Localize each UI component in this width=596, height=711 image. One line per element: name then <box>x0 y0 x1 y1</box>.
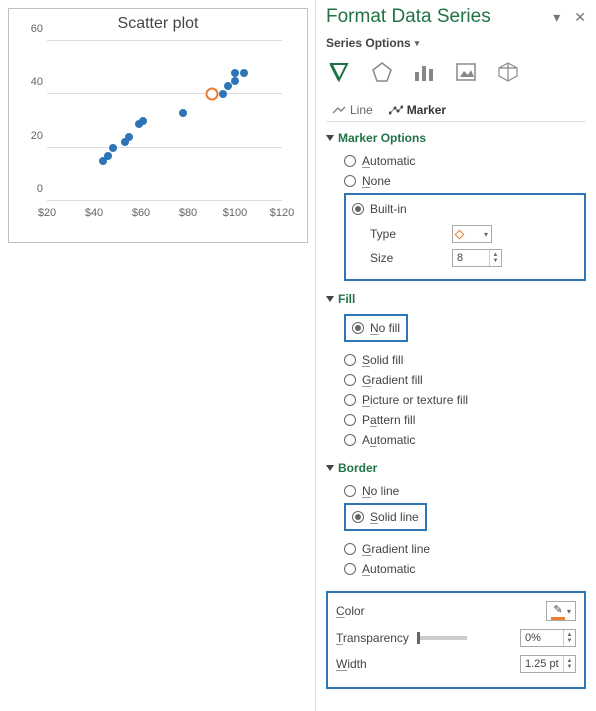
highlighted-data-point[interactable] <box>205 88 218 101</box>
solid-line-highlight: Solid line <box>344 503 427 531</box>
line-properties-highlight: Color ✎ ▾ Transparency 0%▲▼ Width 1.25 p… <box>326 591 586 689</box>
line-marker-tabs: Line Marker <box>326 99 586 122</box>
fill-automatic-radio[interactable]: Automatic <box>344 430 586 450</box>
data-point[interactable] <box>125 133 133 141</box>
fill-pattern-radio[interactable]: Pattern fill <box>344 410 586 430</box>
color-swatch <box>551 617 565 620</box>
transparency-label: Transparency <box>336 631 409 645</box>
marker-automatic-radio[interactable]: Automatic <box>344 151 586 171</box>
size-label: Size <box>370 251 442 265</box>
border-automatic-radio[interactable]: Automatic <box>344 559 586 579</box>
data-point[interactable] <box>219 90 227 98</box>
data-point[interactable] <box>240 69 248 77</box>
chart-pane: Scatter plot 0204060$20$40$60$80$100$120 <box>0 0 315 711</box>
fill-solid-radio[interactable]: Solid fill <box>344 350 586 370</box>
3d-icon[interactable] <box>496 60 520 87</box>
marker-type-dropdown[interactable]: ▾ <box>452 225 492 243</box>
spinner-arrows-icon: ▲▼ <box>563 656 575 672</box>
caret-down-icon: ▾ <box>415 38 420 49</box>
marker-none-radio[interactable]: None <box>344 171 586 191</box>
effects-icon[interactable] <box>370 60 394 87</box>
marker-options-header[interactable]: Marker Options <box>326 131 426 145</box>
transparency-slider[interactable] <box>417 636 467 640</box>
marker-icon <box>389 105 403 115</box>
border-header[interactable]: Border <box>326 461 377 475</box>
series-options-dropdown[interactable]: Series Options ▾ <box>326 36 419 50</box>
picture-icon[interactable] <box>454 60 478 87</box>
border-solid-radio[interactable]: Solid line <box>352 507 419 527</box>
builtin-highlight: Built-in Type ▾ Size 8▲▼ <box>344 193 586 281</box>
fill-line-icon[interactable] <box>328 60 352 87</box>
marker-builtin-radio[interactable]: Built-in <box>352 199 578 219</box>
line-icon <box>332 105 346 115</box>
tab-marker[interactable]: Marker <box>383 99 452 121</box>
border-none-radio[interactable]: No line <box>344 481 586 501</box>
chevron-down-icon[interactable]: ▾ <box>553 9 560 26</box>
diamond-icon <box>455 229 465 239</box>
transparency-spinner[interactable]: 0%▲▼ <box>520 629 576 647</box>
type-label: Type <box>370 227 442 241</box>
color-picker-button[interactable]: ✎ ▾ <box>546 601 576 621</box>
triangle-down-icon <box>326 296 334 302</box>
spinner-arrows-icon: ▲▼ <box>563 630 575 646</box>
data-point[interactable] <box>231 69 239 77</box>
data-point[interactable] <box>224 82 232 90</box>
chart-title: Scatter plot <box>9 15 307 33</box>
color-label: Color <box>336 604 365 618</box>
marker-size-spinner[interactable]: 8▲▼ <box>452 249 502 267</box>
data-point[interactable] <box>104 152 112 160</box>
no-fill-highlight: No fill <box>344 314 408 342</box>
fill-none-radio[interactable]: No fill <box>352 318 400 338</box>
fill-gradient-radio[interactable]: Gradient fill <box>344 370 586 390</box>
scatter-chart[interactable]: Scatter plot 0204060$20$40$60$80$100$120 <box>8 8 308 243</box>
dropdown-arrow-icon: ▾ <box>484 230 488 239</box>
marker-options-section: Marker Options Automatic None Built-in T… <box>326 130 586 281</box>
plot-area: 0204060$20$40$60$80$100$120 <box>47 41 282 201</box>
fill-header[interactable]: Fill <box>326 292 355 306</box>
border-section: Border No line Solid line Gradient line … <box>326 460 586 579</box>
spinner-arrows-icon: ▲▼ <box>489 250 501 266</box>
format-data-series-panel: Format Data Series ▾ ✕ Series Options ▾ … <box>315 0 596 711</box>
data-point[interactable] <box>109 144 117 152</box>
category-icons <box>326 60 586 87</box>
data-point[interactable] <box>231 77 239 85</box>
width-label: Width <box>336 657 367 671</box>
data-point[interactable] <box>139 117 147 125</box>
fill-picture-radio[interactable]: Picture or texture fill <box>344 390 586 410</box>
dropdown-arrow-icon: ▾ <box>567 607 571 616</box>
pen-icon: ✎ <box>553 603 562 616</box>
series-options-icon[interactable] <box>412 60 436 87</box>
close-icon[interactable]: ✕ <box>574 9 586 26</box>
width-spinner[interactable]: 1.25 pt▲▼ <box>520 655 576 673</box>
border-gradient-radio[interactable]: Gradient line <box>344 539 586 559</box>
fill-section: Fill No fill Solid fill Gradient fill Pi… <box>326 291 586 450</box>
tab-line[interactable]: Line <box>326 99 379 121</box>
data-point[interactable] <box>179 109 187 117</box>
triangle-down-icon <box>326 135 334 141</box>
panel-title: Format Data Series <box>326 6 491 28</box>
triangle-down-icon <box>326 465 334 471</box>
